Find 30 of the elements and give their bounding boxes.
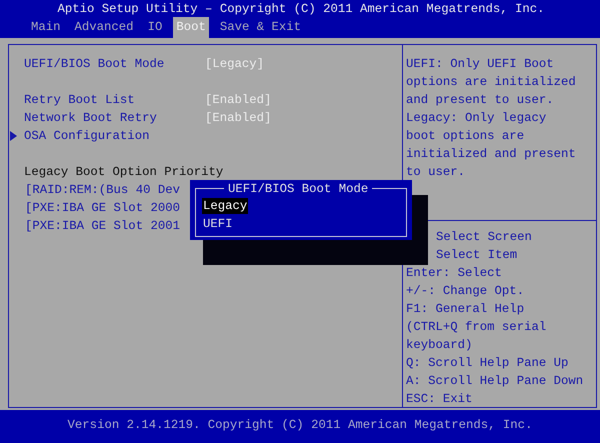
menu-tab[interactable]: Advanced bbox=[72, 17, 137, 38]
help-text: initialized and present bbox=[406, 146, 577, 163]
menu-tab[interactable]: Save & Exit bbox=[216, 17, 304, 38]
popup-option[interactable]: Legacy bbox=[202, 198, 248, 214]
help-text: Legacy: Only legacy bbox=[406, 110, 548, 127]
key-help-text: Select Item bbox=[435, 247, 518, 264]
help-text: to user. bbox=[406, 164, 466, 181]
setting-label[interactable]: Network Boot Retry bbox=[24, 109, 205, 127]
key-help-text: Select Screen bbox=[435, 229, 533, 246]
key-help-text: ESC: Exit bbox=[406, 391, 474, 408]
setting-label[interactable]: UEFI/BIOS Boot Mode bbox=[24, 55, 205, 73]
key-help-text: +/-: Change Opt. bbox=[406, 283, 526, 300]
help-text: boot options are bbox=[406, 128, 526, 145]
help-text: options are initialized bbox=[406, 74, 577, 91]
key-help-text: F1: General Help bbox=[406, 301, 526, 318]
section-heading: Legacy Boot Option Priority bbox=[24, 164, 224, 181]
window-title: Aptio Setup Utility – Copyright (C) 2011 American Megatrends, Inc. bbox=[57, 1, 545, 18]
key-help-text: (CTRL+Q from serial bbox=[406, 319, 548, 336]
version-text: Version 2.14.1219. Copyright (C) 2011 American Megatrends, Inc. bbox=[68, 417, 532, 434]
key-help-text: Enter: Select bbox=[406, 265, 503, 282]
menu-tab[interactable]: Main bbox=[28, 17, 64, 38]
key-help-text: Q: Scroll Help Pane Up bbox=[406, 355, 570, 372]
popup-option[interactable]: UEFI bbox=[202, 216, 234, 232]
menu-tab[interactable]: IO bbox=[144, 17, 166, 38]
key-help-text: keyboard) bbox=[406, 337, 474, 354]
help-text: UEFI: Only UEFI Boot bbox=[406, 56, 555, 73]
help-text: and present to user. bbox=[406, 92, 555, 109]
key-help-text: A: Scroll Help Pane Down bbox=[406, 373, 584, 390]
submenu-link[interactable]: OSA Configuration bbox=[24, 127, 205, 145]
setting-label[interactable]: Retry Boot List bbox=[24, 91, 205, 109]
